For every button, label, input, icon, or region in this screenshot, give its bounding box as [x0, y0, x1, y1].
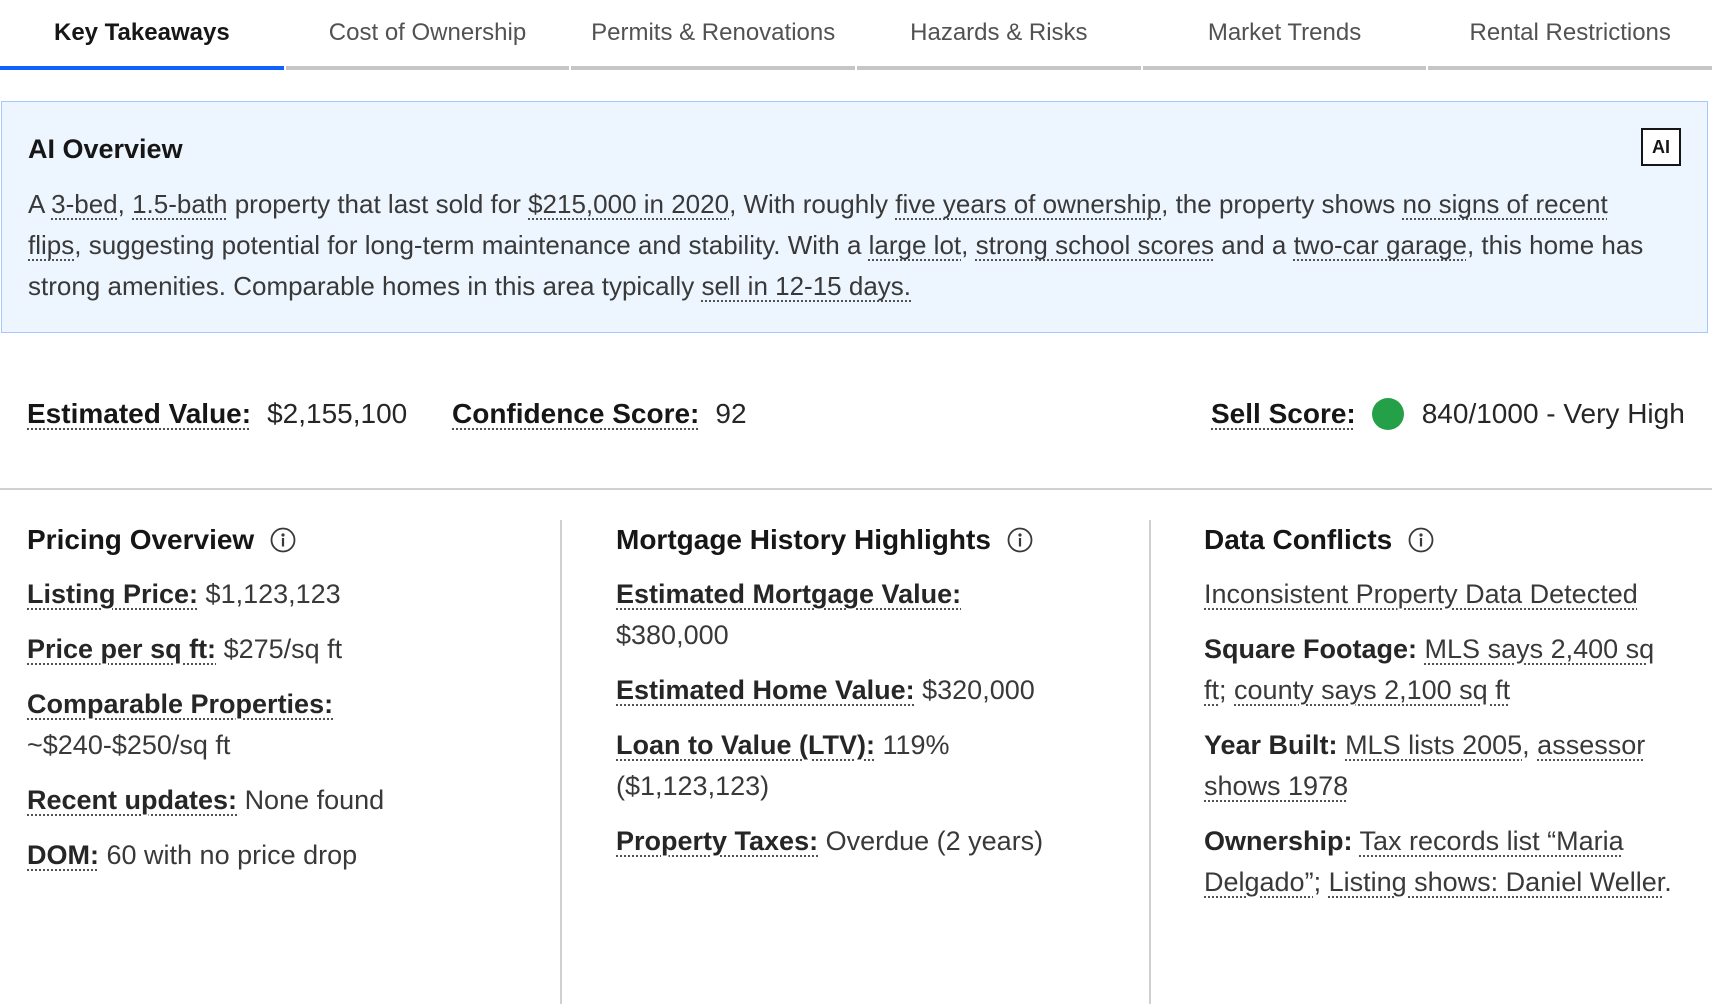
recent-updates-value: None found	[244, 785, 385, 815]
tab-market-trends[interactable]: Market Trends	[1142, 0, 1427, 70]
confidence-score-value: 92	[715, 398, 747, 429]
comparable-properties-label[interactable]: Comparable Properties:	[27, 689, 333, 719]
data-conflicts-section: Data Conflicts Inconsistent Property Dat…	[1204, 520, 1684, 917]
info-icon[interactable]	[270, 527, 296, 553]
year-built-row: Year Built: MLS lists 2005, assessor sho…	[1204, 725, 1684, 807]
property-taxes-row: Property Taxes: Overdue (2 years)	[616, 821, 1156, 862]
estimated-value-label[interactable]: Estimated Value:	[27, 398, 251, 430]
year-built-label: Year Built:	[1204, 730, 1338, 760]
ai-overview-title: AI Overview	[28, 134, 183, 164]
tab-cost-of-ownership[interactable]: Cost of Ownership	[285, 0, 570, 70]
estimated-value: Estimated Value: $2,155,100	[27, 398, 407, 430]
year-built-mls-link[interactable]: MLS lists 2005	[1345, 730, 1522, 760]
tab-hazards-risks[interactable]: Hazards & Risks	[857, 0, 1141, 70]
tab-permits-renovations[interactable]: Permits & Renovations	[571, 0, 856, 70]
tab-bar: Key Takeaways Cost of Ownership Permits …	[0, 0, 1712, 70]
overview-link-days-on-market[interactable]: sell in 12-15 days.	[701, 271, 911, 301]
overview-text: ,	[961, 230, 976, 260]
separator-text: ,	[1522, 730, 1538, 760]
conflict-headline: Inconsistent Property Data Detected	[1204, 574, 1684, 615]
dom-label[interactable]: DOM:	[27, 840, 99, 870]
estimated-value-amount: $2,155,100	[267, 398, 408, 429]
estimated-mortgage-value: $380,000	[616, 620, 729, 650]
info-icon[interactable]	[1007, 527, 1033, 553]
overview-text: and a	[1214, 230, 1294, 260]
square-footage-county-link[interactable]: county says 2,100 sq ft	[1234, 675, 1510, 705]
ai-overview-text: A 3-bed, 1.5-bath property that last sol…	[28, 184, 1648, 307]
sell-score-label[interactable]: Sell Score:	[1211, 398, 1356, 430]
data-conflicts-title: Data Conflicts	[1204, 524, 1393, 555]
overview-text: , With roughly	[729, 189, 896, 219]
recent-updates-row: Recent updates: None found	[27, 780, 567, 821]
sell-score-value: 840/1000 - Very High	[1421, 398, 1685, 429]
pricing-overview-section: Pricing Overview Listing Price: $1,123,1…	[27, 520, 567, 890]
overview-text: property that last sold for	[227, 189, 529, 219]
ownership-row: Ownership: Tax records list “Maria Delga…	[1204, 821, 1684, 903]
overview-text: ,	[117, 189, 133, 219]
ltv-row: Loan to Value (LTV): 119% ($1,123,123)	[616, 725, 976, 807]
sell-score-status-dot	[1371, 398, 1404, 430]
overview-text: , the property shows	[1161, 189, 1403, 219]
listing-price-value: $1,123,123	[205, 579, 341, 609]
mortgage-history-section: Mortgage History Highlights Estimated Mo…	[616, 520, 1156, 876]
separator-text: ;	[1313, 867, 1329, 897]
property-taxes-label[interactable]: Property Taxes:	[616, 826, 818, 856]
confidence-score: Confidence Score: 92	[452, 398, 747, 430]
comparable-properties-row: Comparable Properties: ~$240-$250/sq ft	[27, 684, 497, 766]
overview-link-schools[interactable]: strong school scores	[976, 230, 1214, 260]
estimated-home-value-value: $320,000	[922, 675, 1035, 705]
ownership-listing-link[interactable]: Listing shows: Daniel Weller	[1329, 867, 1665, 897]
listing-price-row: Listing Price: $1,123,123	[27, 574, 567, 615]
ai-badge-icon: AI	[1641, 128, 1681, 166]
price-per-sqft-label[interactable]: Price per sq ft:	[27, 634, 216, 664]
recent-updates-label[interactable]: Recent updates:	[27, 785, 237, 815]
dom-value: 60 with no price drop	[106, 840, 358, 870]
sell-score: Sell Score: 840/1000 - Very High	[1211, 398, 1685, 430]
property-report-page: Key Takeaways Cost of Ownership Permits …	[0, 0, 1712, 1004]
square-footage-row: Square Footage: MLS says 2,400 sq ft; co…	[1204, 629, 1684, 711]
estimated-home-value-row: Estimated Home Value: $320,000	[616, 670, 1156, 711]
overview-link-ownership[interactable]: five years of ownership	[895, 189, 1161, 219]
confidence-score-label[interactable]: Confidence Score:	[452, 398, 699, 430]
estimated-mortgage-row: Estimated Mortgage Value: $380,000	[616, 574, 1086, 656]
overview-link-last-sale[interactable]: $215,000 in 2020	[528, 189, 729, 219]
price-per-sqft-row: Price per sq ft: $275/sq ft	[27, 629, 567, 670]
section-divider	[0, 488, 1712, 490]
square-footage-label: Square Footage:	[1204, 634, 1418, 664]
overview-link-beds[interactable]: 3-bed	[51, 189, 118, 219]
ownership-label: Ownership:	[1204, 826, 1353, 856]
overview-text: , suggesting potential for long-term mai…	[74, 230, 869, 260]
property-taxes-value: Overdue (2 years)	[825, 826, 1044, 856]
tab-rental-restrictions[interactable]: Rental Restrictions	[1428, 0, 1712, 70]
conflict-headline-link[interactable]: Inconsistent Property Data Detected	[1204, 579, 1638, 609]
listing-price-label[interactable]: Listing Price:	[27, 579, 198, 609]
period-text: .	[1664, 867, 1672, 897]
dom-row: DOM: 60 with no price drop	[27, 835, 567, 876]
overview-text: A	[28, 189, 52, 219]
estimated-mortgage-label[interactable]: Estimated Mortgage Value:	[616, 579, 961, 609]
comparable-properties-value: ~$240-$250/sq ft	[27, 730, 231, 760]
separator-text: ;	[1219, 675, 1235, 705]
ai-overview-panel: AI Overview AI A 3-bed, 1.5-bath propert…	[1, 101, 1708, 333]
overview-link-garage[interactable]: two-car garage	[1294, 230, 1467, 260]
ltv-label[interactable]: Loan to Value (LTV):	[616, 730, 875, 760]
estimated-home-value-label[interactable]: Estimated Home Value:	[616, 675, 915, 705]
overview-link-lot[interactable]: large lot	[869, 230, 962, 260]
overview-link-baths[interactable]: 1.5-bath	[132, 189, 227, 219]
tab-key-takeaways[interactable]: Key Takeaways	[0, 0, 284, 70]
pricing-overview-title: Pricing Overview	[27, 524, 255, 555]
price-per-sqft-value: $275/sq ft	[223, 634, 343, 664]
score-bar: Estimated Value: $2,155,100 Confidence S…	[0, 390, 1712, 440]
mortgage-history-title: Mortgage History Highlights	[616, 524, 991, 555]
info-icon[interactable]	[1408, 527, 1434, 553]
